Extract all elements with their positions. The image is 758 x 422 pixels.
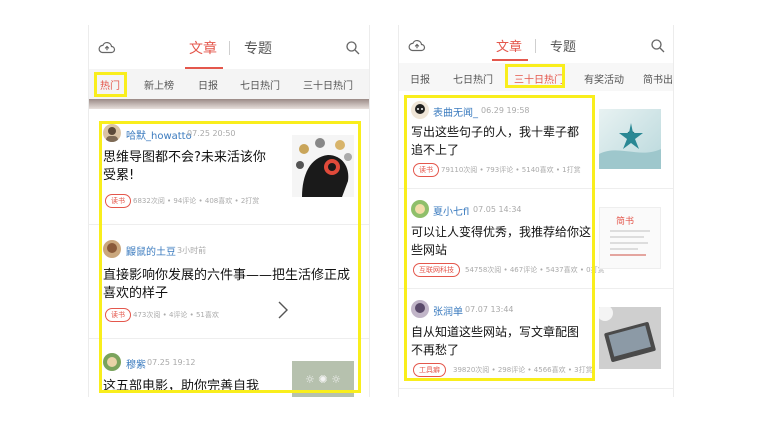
category-daily[interactable]: 日报 [198, 77, 218, 92]
tab-topic[interactable]: 专题 [550, 36, 576, 55]
category-new[interactable]: 新上榜 [144, 77, 174, 92]
tab-separator [229, 41, 230, 55]
active-tab-underline [492, 59, 528, 61]
left-phone-screen: 文章 专题 热门 新上榜 日报 七日热门 三十日热门 哈默_howatto 07… [88, 25, 370, 397]
category-publish[interactable]: 简书出版 [643, 71, 673, 86]
article-thumbnail[interactable]: 简书 [599, 207, 661, 269]
highlight-hot-category [94, 72, 127, 97]
highlight-article-list [404, 95, 595, 381]
search-icon[interactable] [649, 37, 667, 55]
top-bar: 文章 专题 [89, 25, 369, 69]
tab-separator [535, 39, 536, 53]
right-phone-screen: 文章 专题 日报 七日热门 三十日热门 有奖活动 简书出版 表曲无闻_ 06.2… [398, 25, 674, 397]
cloud-upload-icon[interactable] [408, 37, 426, 55]
tab-topic[interactable]: 专题 [244, 38, 272, 58]
category-weekly-hot[interactable]: 七日热门 [453, 71, 493, 86]
tab-article[interactable]: 文章 [496, 36, 522, 55]
search-icon[interactable] [344, 39, 362, 57]
banner-strip [89, 99, 369, 109]
tab-article[interactable]: 文章 [189, 38, 217, 58]
article-thumbnail[interactable] [599, 307, 661, 369]
category-prize[interactable]: 有奖活动 [584, 71, 624, 86]
highlight-article-list [99, 121, 361, 393]
cloud-upload-icon[interactable] [98, 39, 116, 57]
highlight-monthly-category [505, 64, 565, 88]
category-weekly-hot[interactable]: 七日热门 [240, 77, 280, 92]
article-thumbnail[interactable] [599, 109, 661, 169]
category-bar: 热门 新上榜 日报 七日热门 三十日热门 [89, 69, 369, 99]
category-monthly-hot[interactable]: 三十日热门 [303, 77, 353, 92]
category-daily[interactable]: 日报 [410, 71, 430, 86]
